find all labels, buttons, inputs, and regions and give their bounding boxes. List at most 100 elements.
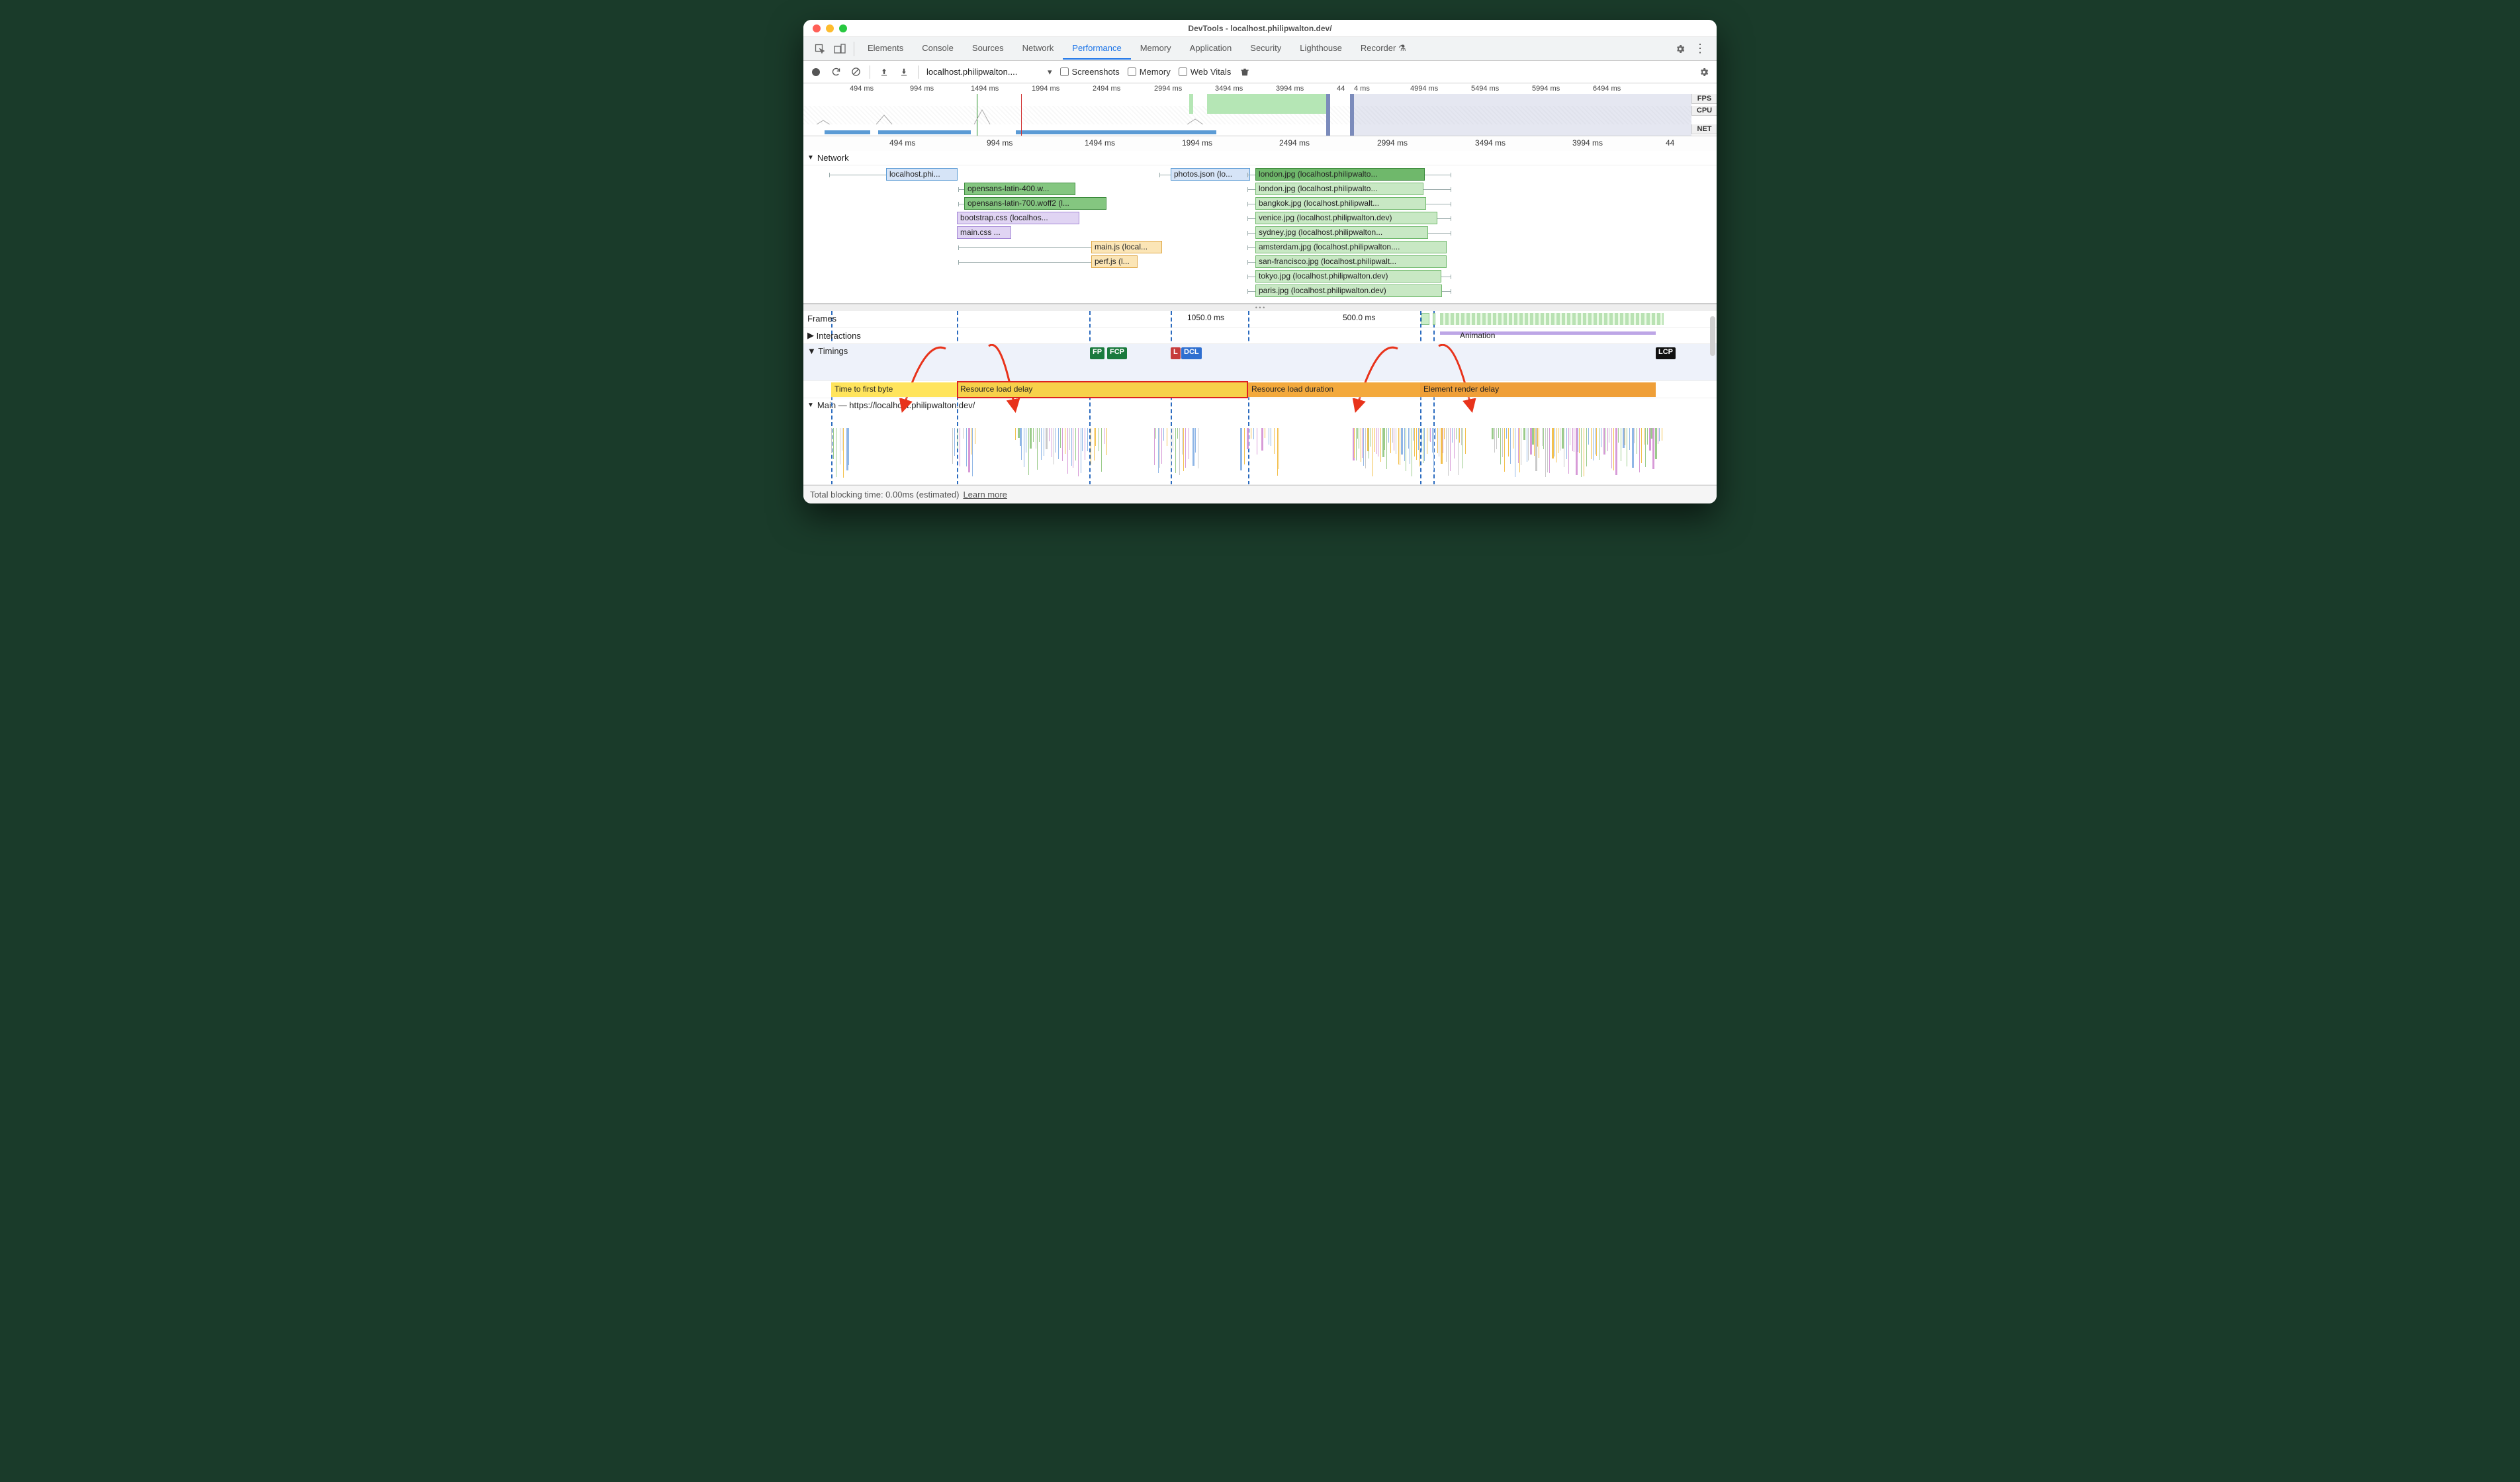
network-request[interactable]: main.css ... <box>957 226 1011 239</box>
ruler-tick: 3494 ms <box>1475 138 1506 148</box>
tab-console[interactable]: Console <box>913 38 963 60</box>
kebab-menu-icon[interactable]: ⋮ <box>1690 39 1710 59</box>
highlight-outline <box>957 381 1248 398</box>
overview-strip[interactable]: 494 ms994 ms1494 ms1994 ms2494 ms2994 ms… <box>803 83 1717 136</box>
overview-tick: 44 <box>1337 85 1345 93</box>
network-request[interactable]: sydney.jpg (localhost.philipwalton... <box>1255 226 1428 239</box>
perf-toolbar: localhost.philipwalton.... ▾ Screenshots… <box>803 61 1717 83</box>
upload-profile-icon[interactable] <box>878 66 890 78</box>
ruler-tick: 994 ms <box>987 138 1012 148</box>
tab-security[interactable]: Security <box>1241 38 1290 60</box>
overview-tick: 2494 ms <box>1093 85 1120 93</box>
settings-gear-icon[interactable] <box>1670 39 1690 59</box>
lcp-phases-track[interactable]: Time to first byteResource load delayRes… <box>803 381 1717 398</box>
network-request[interactable]: venice.jpg (localhost.philipwalton.dev) <box>1255 212 1437 224</box>
network-request[interactable]: bangkok.jpg (localhost.philipwalt... <box>1255 197 1426 210</box>
tab-performance[interactable]: Performance <box>1063 38 1130 60</box>
devtools-window: DevTools - localhost.philipwalton.dev/ E… <box>803 20 1717 503</box>
timing-marker-fcp[interactable]: FCP <box>1107 347 1127 359</box>
clear-icon[interactable] <box>850 66 862 78</box>
frame-duration: 500.0 ms <box>1343 313 1375 322</box>
tab-elements[interactable]: Elements <box>858 38 913 60</box>
dropdown-caret-icon[interactable]: ▾ <box>1048 67 1052 77</box>
overview-tick: 5994 ms <box>1532 85 1560 93</box>
network-request[interactable]: localhost.phi... <box>886 168 958 181</box>
tab-recorder-[interactable]: Recorder ⚗ <box>1351 38 1416 60</box>
network-request[interactable]: photos.json (lo... <box>1171 168 1250 181</box>
ruler-tick: 1494 ms <box>1085 138 1115 148</box>
network-track[interactable]: localhost.phi... opensans-latin-400.w... o… <box>803 165 1717 304</box>
overview-tick: 6494 ms <box>1593 85 1621 93</box>
tab-sources[interactable]: Sources <box>963 38 1013 60</box>
overview-tick: 4 ms <box>1354 85 1370 93</box>
timings-track[interactable]: ▼ Timings FPFCPLDCLLCP <box>803 344 1717 381</box>
interactions-track[interactable]: ▶ Interactions Animation <box>803 328 1717 344</box>
network-request[interactable]: opensans-latin-400.w... <box>964 183 1075 195</box>
network-request[interactable]: san-francisco.jpg (localhost.philipwalt.… <box>1255 255 1447 268</box>
trash-icon[interactable] <box>1239 66 1251 78</box>
network-request[interactable]: main.js (local... <box>1091 241 1162 253</box>
ruler-tick: 3994 ms <box>1572 138 1603 148</box>
overview-tick: 994 ms <box>910 85 934 93</box>
device-toolbar-icon[interactable] <box>830 39 850 59</box>
network-request[interactable]: opensans-latin-700.woff2 (l... <box>964 197 1106 210</box>
overview-tick: 2994 ms <box>1154 85 1182 93</box>
timing-marker-dcl[interactable]: DCL <box>1181 347 1202 359</box>
profile-selector[interactable]: localhost.philipwalton.... <box>926 67 1046 77</box>
overview-tick: 4994 ms <box>1410 85 1438 93</box>
overview-handle-right[interactable] <box>1350 94 1354 136</box>
tab-network[interactable]: Network <box>1013 38 1063 60</box>
overview-tick: 3994 ms <box>1276 85 1304 93</box>
inspect-icon[interactable] <box>810 39 830 59</box>
titlebar: DevTools - localhost.philipwalton.dev/ <box>803 20 1717 37</box>
memory-checkbox[interactable]: Memory <box>1128 67 1171 77</box>
overview-tick: 3494 ms <box>1215 85 1243 93</box>
status-bar: Total blocking time: 0.00ms (estimated) … <box>803 485 1717 503</box>
network-request[interactable]: tokyo.jpg (localhost.philipwalton.dev) <box>1255 270 1441 283</box>
overview-tick: 494 ms <box>850 85 874 93</box>
disclosure-triangle-icon: ▼ <box>807 154 814 161</box>
network-request[interactable]: london.jpg (localhost.philipwalto... <box>1255 183 1423 195</box>
learn-more-link[interactable]: Learn more <box>963 490 1007 500</box>
detail-ruler[interactable]: 494 ms994 ms1494 ms1994 ms2494 ms2994 ms… <box>803 136 1717 151</box>
timing-marker-l[interactable]: L <box>1171 347 1181 359</box>
network-request[interactable]: paris.jpg (localhost.philipwalton.dev) <box>1255 284 1442 297</box>
main-thread-track[interactable] <box>803 412 1717 485</box>
screenshots-checkbox[interactable]: Screenshots <box>1060 67 1120 77</box>
overview-tick: 1494 ms <box>971 85 999 93</box>
overview-tick: 5494 ms <box>1471 85 1499 93</box>
disclosure-triangle-icon: ▶ <box>807 330 814 341</box>
tab-memory[interactable]: Memory <box>1131 38 1181 60</box>
record-icon[interactable] <box>810 66 822 78</box>
animation-label: Animation <box>1460 331 1495 340</box>
reload-icon[interactable] <box>830 66 842 78</box>
resize-handle-icon[interactable]: • • • <box>803 304 1717 311</box>
frames-track[interactable]: Frames 1050.0 ms500.0 ms <box>803 311 1717 328</box>
vertical-scrollbar[interactable] <box>1710 316 1715 356</box>
perf-settings-gear-icon[interactable] <box>1698 66 1710 78</box>
overview-handle-left[interactable] <box>1326 94 1330 136</box>
timing-marker-lcp[interactable]: LCP <box>1656 347 1676 359</box>
disclosure-triangle-icon: ▼ <box>807 346 816 356</box>
tab-application[interactable]: Application <box>1181 38 1241 60</box>
network-request[interactable]: london.jpg (localhost.philipwalto... <box>1255 168 1425 181</box>
timing-marker-fp[interactable]: FP <box>1090 347 1104 359</box>
overview-fps-label: FPS <box>1691 94 1717 104</box>
network-request[interactable]: bootstrap.css (localhos... <box>957 212 1079 224</box>
ruler-tick: 1994 ms <box>1182 138 1212 148</box>
lcp-phase[interactable]: Resource load duration <box>1248 382 1420 397</box>
panels-tabbar: ElementsConsoleSourcesNetworkPerformance… <box>803 37 1717 61</box>
ruler-tick: 494 ms <box>889 138 915 148</box>
network-request[interactable]: amsterdam.jpg (localhost.philipwalton...… <box>1255 241 1447 253</box>
network-request[interactable]: perf.js (l... <box>1091 255 1138 268</box>
network-section-header[interactable]: ▼ Network <box>803 151 1717 165</box>
lcp-phase[interactable]: Time to first byte <box>831 382 957 397</box>
lcp-phase[interactable]: Element render delay <box>1420 382 1656 397</box>
download-profile-icon[interactable] <box>898 66 910 78</box>
main-section-header[interactable]: ▼ Main — https://localhost.philipwalton.… <box>803 398 1717 412</box>
ruler-tick: 2494 ms <box>1279 138 1310 148</box>
web-vitals-checkbox[interactable]: Web Vitals <box>1179 67 1232 77</box>
overview-cpu-label: CPU <box>1691 106 1717 116</box>
tab-lighthouse[interactable]: Lighthouse <box>1290 38 1351 60</box>
total-blocking-time: Total blocking time: 0.00ms (estimated) <box>810 490 959 500</box>
